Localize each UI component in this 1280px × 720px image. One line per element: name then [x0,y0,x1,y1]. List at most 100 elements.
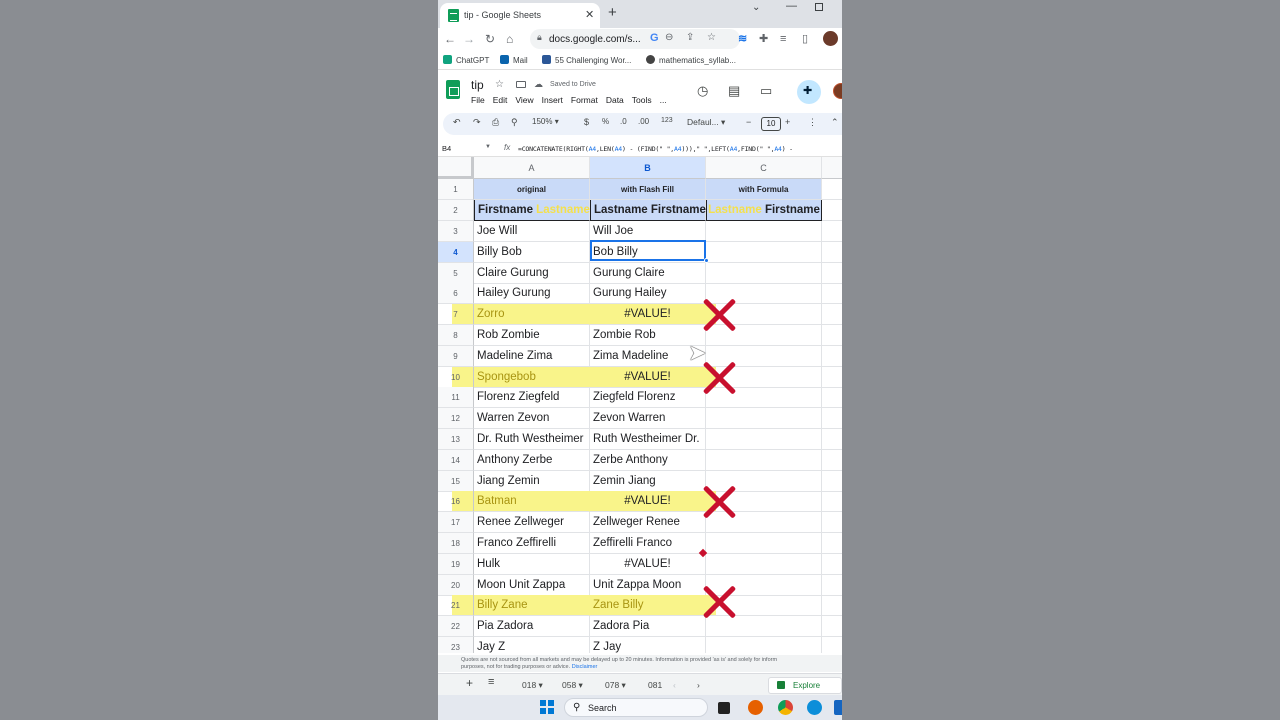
firefox-icon[interactable] [748,700,763,715]
cell[interactable] [822,533,842,554]
profile-avatar[interactable] [823,31,838,46]
row-number[interactable]: 16 [438,491,474,513]
add-sheet-button[interactable]: + [466,676,473,690]
print-icon[interactable]: ⎙ [492,117,499,128]
percent-format-button[interactable]: % [602,117,609,126]
cell[interactable] [822,283,842,305]
cell[interactable] [822,637,842,653]
row-number[interactable]: 14 [438,449,474,471]
cell[interactable] [822,367,842,388]
cell-original[interactable]: Hulk [474,553,590,575]
header-original[interactable]: original [474,179,590,200]
bookmark-star-icon[interactable]: ☆ [707,32,716,43]
row-number[interactable]: 6 [438,283,474,305]
header-flash-fill[interactable]: with Flash Fill [590,179,706,200]
cell[interactable] [822,304,842,326]
cell-original[interactable]: Joe Will [474,221,590,242]
address-bar[interactable]: 🔒︎ docs.google.com/s... G ⊖ ⇪ ☆ [530,29,740,49]
cell-flash-fill[interactable]: Zadora Pia [590,616,706,638]
chrome-icon[interactable] [778,700,793,715]
cell-formula[interactable] [706,262,822,284]
cell-flash-fill[interactable]: Zemin Jiang [590,470,706,492]
cell[interactable] [822,179,842,200]
share-button[interactable]: ✚ [797,80,821,104]
tab-close-icon[interactable]: ✕ [585,8,594,21]
cell[interactable] [822,512,842,534]
user-avatar[interactable] [833,83,842,99]
collapse-toolbar-icon[interactable]: ⌃ [831,117,839,128]
cell[interactable] [822,450,842,471]
cell-original[interactable]: Hailey Gurung [474,283,590,305]
cell-original[interactable]: Jay Z [474,637,590,653]
side-panel-icon[interactable]: ▯ [802,31,808,47]
cell-original[interactable]: Rob Zombie [474,325,590,346]
cell-flash-fill[interactable]: Zane Billy [590,595,706,617]
disclaimer-link[interactable]: Disclaimer [572,664,598,670]
cell[interactable] [822,387,842,409]
row-number[interactable]: 13 [438,429,474,450]
share-page-icon[interactable]: ⇪ [686,32,694,43]
cell-original[interactable]: Anthony Zerbe [474,449,590,471]
menu-insert[interactable]: Insert [542,95,563,105]
row-number[interactable]: 2 [438,200,474,221]
row-number[interactable]: 12 [438,408,474,430]
cell-original[interactable]: Claire Gurung [474,262,590,284]
header-lastname-firstname[interactable]: Lastname Firstname [590,200,706,221]
cell-flash-fill[interactable]: Unit Zappa Moon [590,574,706,596]
row-number[interactable]: 7 [438,304,474,326]
font-select[interactable]: Defaul... ▾ [687,117,725,128]
cell-formula[interactable] [706,221,822,242]
zoom-icon[interactable]: ⊖ [665,32,673,43]
cell-formula[interactable] [706,553,822,575]
zoom-select[interactable]: 150% ▾ [532,117,559,126]
name-box-dropdown-icon[interactable]: ▼ [485,144,491,150]
row-number[interactable]: 5 [438,262,474,284]
cell[interactable] [822,554,842,575]
cell-error-value[interactable]: #VALUE! [590,304,706,326]
cell-original[interactable]: Renee Zellweger [474,512,590,534]
fill-handle[interactable] [704,258,709,263]
cell[interactable] [822,221,842,242]
home-icon[interactable]: ⌂ [506,31,513,47]
cell[interactable] [822,595,842,617]
cell-flash-fill[interactable]: Ruth Westheimer Dr. [590,429,706,450]
menu-tools[interactable]: Tools [632,95,652,105]
cell-flash-fill[interactable]: Zeffirelli Franco [590,533,706,554]
cell-original[interactable]: Moon Unit Zappa [474,574,590,596]
cell-original[interactable]: Billy Zane [474,595,590,617]
all-sheets-button[interactable]: ≡ [488,676,494,688]
maximize-icon[interactable] [815,3,823,11]
menu-file[interactable]: File [471,95,485,105]
meet-icon[interactable]: ▭ [760,83,772,99]
header-with-formula[interactable]: with Formula [706,179,822,200]
explore-button[interactable]: Explore [768,677,842,694]
row-number[interactable]: 21 [438,595,474,617]
version-history-icon[interactable]: ◷ [697,83,708,99]
column-header-a[interactable]: A [474,157,590,179]
font-size-increase-button[interactable]: + [785,117,790,127]
new-tab-button[interactable]: + [608,4,617,21]
paint-format-icon[interactable]: ⚲ [511,117,518,128]
column-header-c[interactable]: C [706,157,822,179]
comments-icon[interactable]: ▤ [728,83,740,99]
cell-flash-fill[interactable]: Z Jay [590,637,706,653]
menu-more[interactable]: ... [660,95,667,105]
cell-original[interactable]: Zorro [474,304,590,326]
cell-flash-fill[interactable]: Will Joe [590,221,706,242]
scroll-left-icon[interactable]: ‹ [673,680,676,690]
row-number[interactable]: 17 [438,512,474,534]
menu-data[interactable]: Data [606,95,624,105]
cell[interactable] [822,242,842,263]
cell[interactable] [822,346,842,367]
menu-edit[interactable]: Edit [493,95,508,105]
cell[interactable] [822,575,842,596]
bookmark-mail[interactable]: Mail [500,55,528,65]
cell-flash-fill[interactable]: Ziegfeld Florenz [590,387,706,409]
star-icon[interactable]: ☆ [495,79,504,90]
currency-format-button[interactable]: $ [584,117,589,127]
sheet-tab[interactable]: 078 ▾ [605,680,626,691]
tab-search-chevron-icon[interactable]: ⌄ [752,2,760,13]
cell-flash-fill[interactable]: Zevon Warren [590,408,706,430]
extensions-puzzle-icon[interactable]: ✚ [759,31,768,47]
row-number[interactable]: 19 [438,553,474,575]
